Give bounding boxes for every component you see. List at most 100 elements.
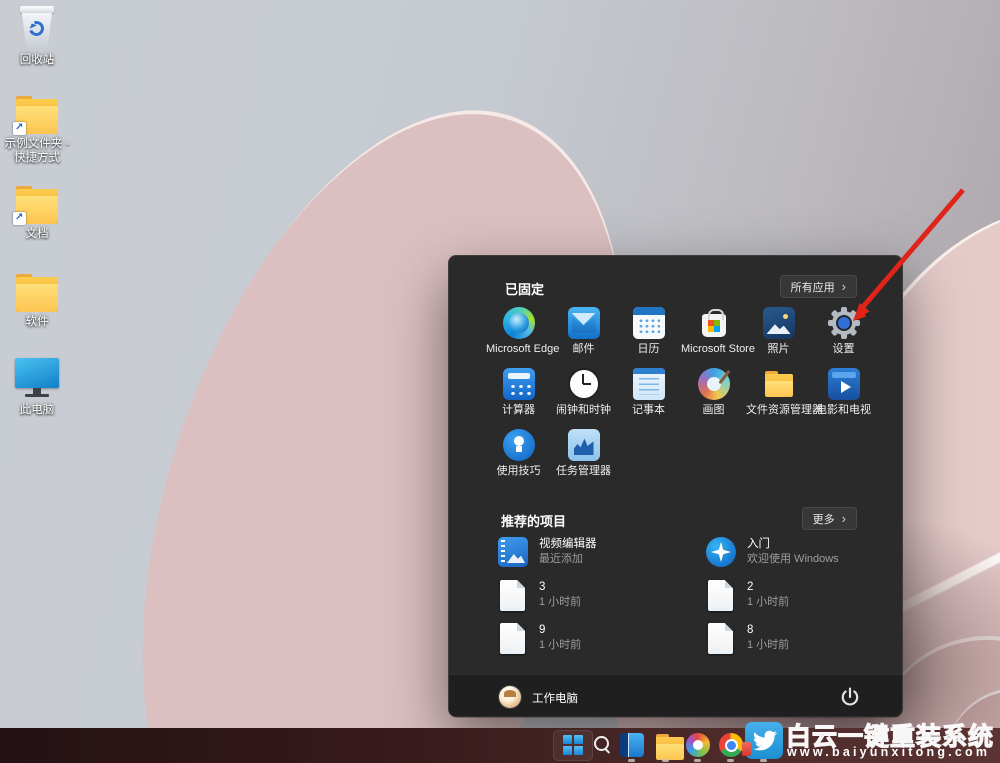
pinned-app-mail[interactable]: 邮件 — [551, 307, 616, 356]
pinned-app-task-manager[interactable]: 任务管理器 — [551, 429, 616, 478]
get-started-icon — [706, 537, 736, 567]
folder-icon — [14, 274, 60, 312]
pinned-app-movies-tv[interactable]: 电影和电视 — [811, 368, 876, 417]
paint-icon — [698, 368, 730, 400]
pinned-app-microsoft-edge[interactable]: Microsoft Edge — [486, 307, 551, 356]
notepad-icon — [633, 368, 665, 400]
running-indicator — [760, 759, 767, 762]
pinned-app-label: Microsoft Store — [681, 343, 746, 356]
pinned-app-label: 设置 — [811, 343, 876, 356]
recycle-bin-icon — [17, 4, 57, 50]
recommended-item-video-editor[interactable]: 视频编辑器 最近添加 — [498, 537, 693, 567]
windows-11-desktop: 回收站 示例文件夹 - 快捷方式 文档 软件 此电脑 已固定 所有应用 › — [0, 0, 1000, 763]
search-icon[interactable] — [591, 733, 615, 757]
desktop-icon-label: 回收站 — [3, 53, 71, 67]
desktop-icon-label: 此电脑 — [3, 403, 71, 417]
pinned-app-label: 日历 — [616, 343, 681, 356]
recommended-subtitle: 1 小时前 — [747, 638, 789, 652]
desktop-icon-folder-shortcut[interactable]: 示例文件夹 - 快捷方式 — [0, 96, 74, 166]
recommended-title: 9 — [539, 623, 581, 638]
image-file-icon — [708, 580, 733, 611]
all-apps-button[interactable]: 所有应用 › — [780, 275, 857, 298]
pinned-app-tips[interactable]: 使用技巧 — [486, 429, 551, 478]
chrome-icon[interactable] — [719, 733, 743, 757]
recommended-title: 8 — [747, 623, 789, 638]
start-menu-user-bar: 工作电脑 — [449, 674, 902, 718]
chevron-right-icon: › — [842, 280, 846, 293]
desktop-icon-this-pc[interactable]: 此电脑 — [0, 358, 74, 417]
pinned-app-label: 画图 — [681, 404, 746, 417]
recommended-item-get-started[interactable]: 入门 欢迎使用 Windows — [706, 537, 901, 567]
pinned-app-label: 使用技巧 — [486, 465, 551, 478]
pinned-app-settings[interactable]: 设置 — [811, 307, 876, 356]
power-button[interactable] — [838, 685, 862, 709]
pinned-app-alarms-clock[interactable]: 闹钟和时钟 — [551, 368, 616, 417]
watermark-mascot — [742, 742, 751, 756]
calculator-icon — [503, 368, 535, 400]
app-window-icon[interactable] — [620, 733, 644, 757]
running-indicator — [727, 759, 734, 762]
alarm-clock-icon — [568, 368, 600, 400]
file-explorer-icon — [763, 368, 795, 400]
start-button[interactable] — [561, 733, 585, 757]
desktop-icon-documents[interactable]: 文档 — [0, 186, 74, 241]
pinned-app-label: 电影和电视 — [811, 404, 876, 417]
desktop-icon-label: 文档 — [3, 227, 71, 241]
recommended-item-file[interactable]: 9 1 小时前 — [498, 623, 693, 653]
store-icon — [698, 307, 730, 339]
start-menu: 已固定 所有应用 › Microsoft Edge 邮件 日历 Microsof… — [448, 255, 903, 717]
calendar-icon — [633, 307, 665, 339]
pinned-app-label: 计算器 — [486, 404, 551, 417]
pinned-app-label: 任务管理器 — [551, 465, 616, 478]
edge-icon — [503, 307, 535, 339]
recommended-title: 3 — [539, 580, 581, 595]
task-manager-icon — [568, 429, 600, 461]
chevron-right-icon: › — [842, 512, 846, 525]
pinned-section-header: 已固定 — [505, 279, 544, 298]
pinned-app-label: Microsoft Edge — [486, 343, 551, 356]
recommended-subtitle: 最近添加 — [539, 552, 597, 566]
recommended-item-file[interactable]: 8 1 小时前 — [706, 623, 901, 653]
more-button-label: 更多 — [813, 511, 835, 527]
pinned-app-microsoft-store[interactable]: Microsoft Store — [681, 307, 746, 356]
recommended-subtitle: 欢迎使用 Windows — [747, 552, 839, 566]
desktop-icon-label: 软件 — [3, 315, 71, 329]
desktop-icon-recycle-bin[interactable]: 回收站 — [0, 4, 74, 67]
running-indicator — [662, 759, 669, 762]
recommended-subtitle: 1 小时前 — [539, 595, 581, 609]
pinned-app-calendar[interactable]: 日历 — [616, 307, 681, 356]
pinned-app-label: 闹钟和时钟 — [551, 404, 616, 417]
recommended-item-file[interactable]: 2 1 小时前 — [706, 580, 901, 610]
tips-lightbulb-icon — [503, 429, 535, 461]
watermark-site-url: www.baiyunxitong.com — [787, 745, 990, 759]
mail-icon — [568, 307, 600, 339]
recommended-subtitle: 1 小时前 — [747, 595, 789, 609]
power-icon — [838, 685, 862, 709]
browser-color-wheel-icon[interactable] — [686, 733, 710, 757]
user-avatar[interactable] — [499, 686, 521, 708]
folder-shortcut-icon — [14, 186, 60, 224]
pinned-app-photos[interactable]: 照片 — [746, 307, 811, 356]
user-name[interactable]: 工作电脑 — [532, 690, 578, 706]
folder-shortcut-icon — [14, 96, 60, 134]
desktop-icon-label: 示例文件夹 - 快捷方式 — [3, 137, 71, 166]
pinned-app-label: 照片 — [746, 343, 811, 356]
image-file-icon — [500, 623, 525, 654]
pinned-app-file-explorer[interactable]: 文件资源管理器 — [746, 368, 811, 417]
image-file-icon — [500, 580, 525, 611]
file-explorer-taskbar-icon[interactable] — [654, 734, 678, 758]
running-indicator — [694, 759, 701, 762]
recommended-subtitle: 1 小时前 — [539, 638, 581, 652]
desktop-icon-software[interactable]: 软件 — [0, 274, 74, 329]
recommended-title: 入门 — [747, 537, 839, 552]
pinned-app-calculator[interactable]: 计算器 — [486, 368, 551, 417]
image-file-icon — [708, 623, 733, 654]
running-indicator — [628, 759, 635, 762]
bird-icon — [749, 728, 779, 754]
more-button[interactable]: 更多 › — [802, 507, 857, 530]
recommended-item-file[interactable]: 3 1 小时前 — [498, 580, 693, 610]
pinned-app-paint[interactable]: 画图 — [681, 368, 746, 417]
pinned-app-label: 记事本 — [616, 404, 681, 417]
pinned-app-notepad[interactable]: 记事本 — [616, 368, 681, 417]
movies-tv-icon — [828, 368, 860, 400]
